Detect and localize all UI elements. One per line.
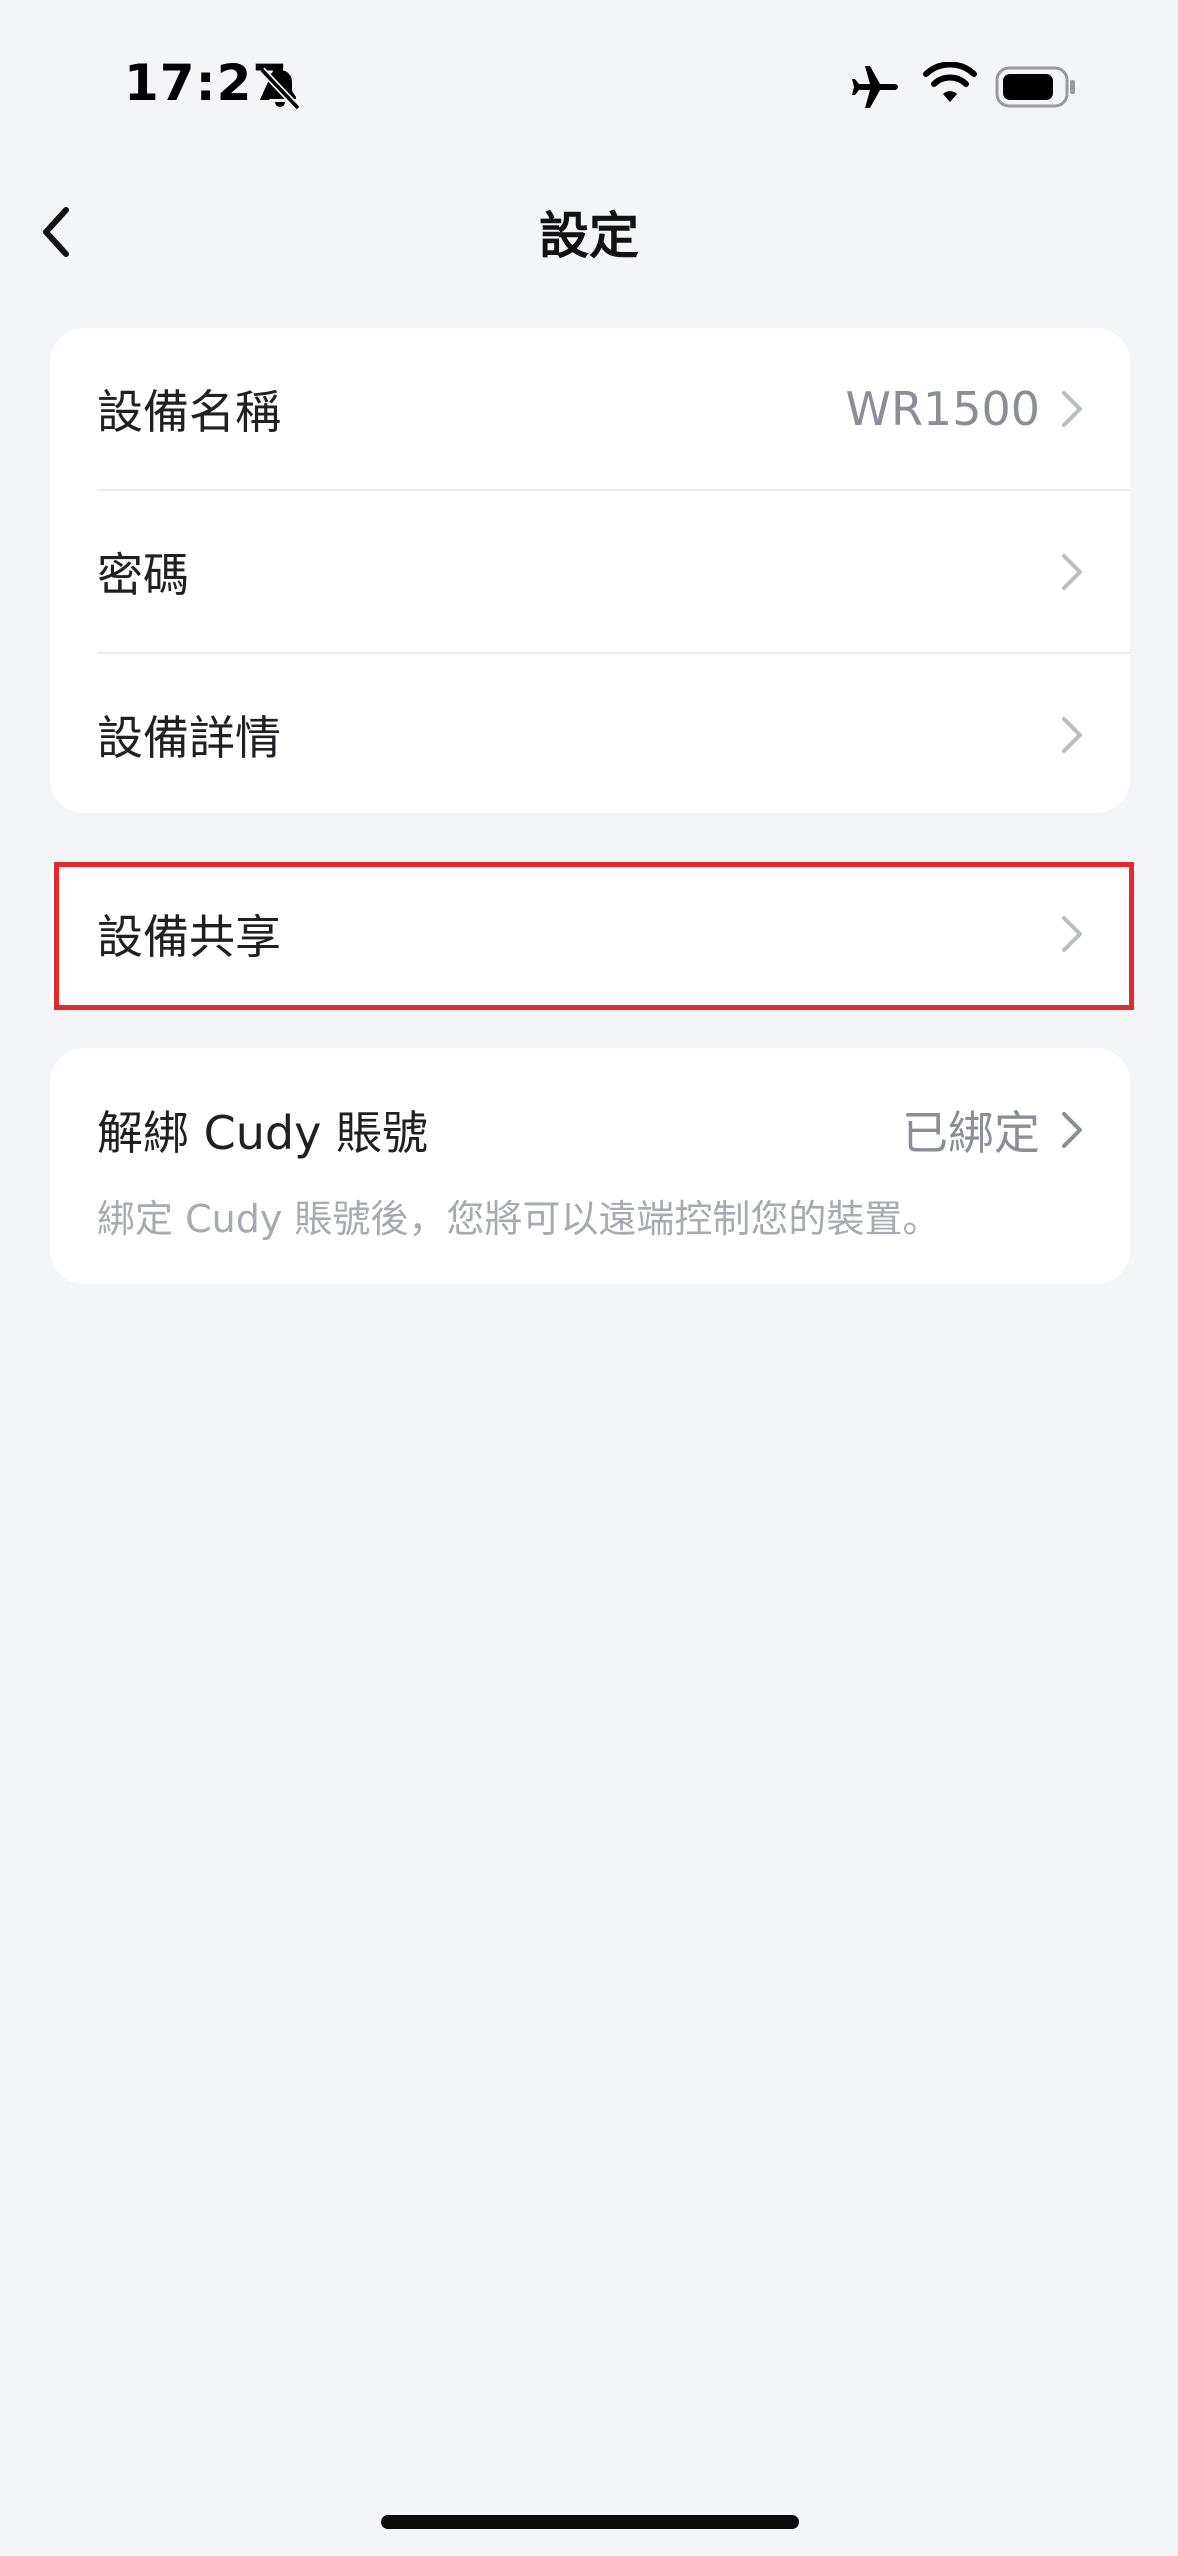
wifi-icon bbox=[923, 62, 977, 102]
chevron-right-icon bbox=[1062, 554, 1082, 590]
nav-bar: 設定 bbox=[0, 180, 1178, 280]
mute-bell-icon bbox=[259, 67, 301, 111]
device-name-row[interactable]: 設備名稱 WR1500 bbox=[50, 328, 1130, 490]
page-title: 設定 bbox=[539, 207, 639, 265]
device-sharing-card: 設備共享 bbox=[50, 862, 1130, 1006]
device-sharing-label: 設備共享 bbox=[97, 910, 281, 964]
device-settings-card: 設備名稱 WR1500 密碼 設備詳情 bbox=[50, 328, 1130, 813]
chevron-right-icon bbox=[1062, 1112, 1082, 1148]
status-bar: 17:27 bbox=[0, 0, 1178, 160]
device-details-row[interactable]: 設備詳情 bbox=[50, 654, 1130, 813]
chevron-right-icon bbox=[1062, 391, 1082, 427]
account-card[interactable]: 解綁 Cudy 賬號 已綁定 綁定 Cudy 賬號後，您將可以遠端控制您的裝置。 bbox=[50, 1048, 1130, 1284]
chevron-right-icon bbox=[1062, 916, 1082, 952]
airplane-icon bbox=[852, 66, 898, 108]
password-row[interactable]: 密碼 bbox=[50, 491, 1130, 653]
battery-icon bbox=[995, 66, 1075, 108]
password-label: 密碼 bbox=[97, 548, 189, 602]
device-sharing-row[interactable]: 設備共享 bbox=[50, 862, 1130, 1006]
home-indicator[interactable] bbox=[381, 2515, 799, 2529]
device-name-label: 設備名稱 bbox=[97, 385, 281, 439]
unbind-account-label: 解綁 Cudy 賬號 bbox=[97, 1106, 428, 1160]
account-description: 綁定 Cudy 賬號後，您將可以遠端控制您的裝置。 bbox=[97, 1197, 941, 1241]
device-details-label: 設備詳情 bbox=[97, 711, 281, 765]
bind-status-value: 已綁定 bbox=[902, 1106, 1040, 1160]
chevron-right-icon bbox=[1062, 717, 1082, 753]
device-name-value: WR1500 bbox=[845, 382, 1040, 436]
